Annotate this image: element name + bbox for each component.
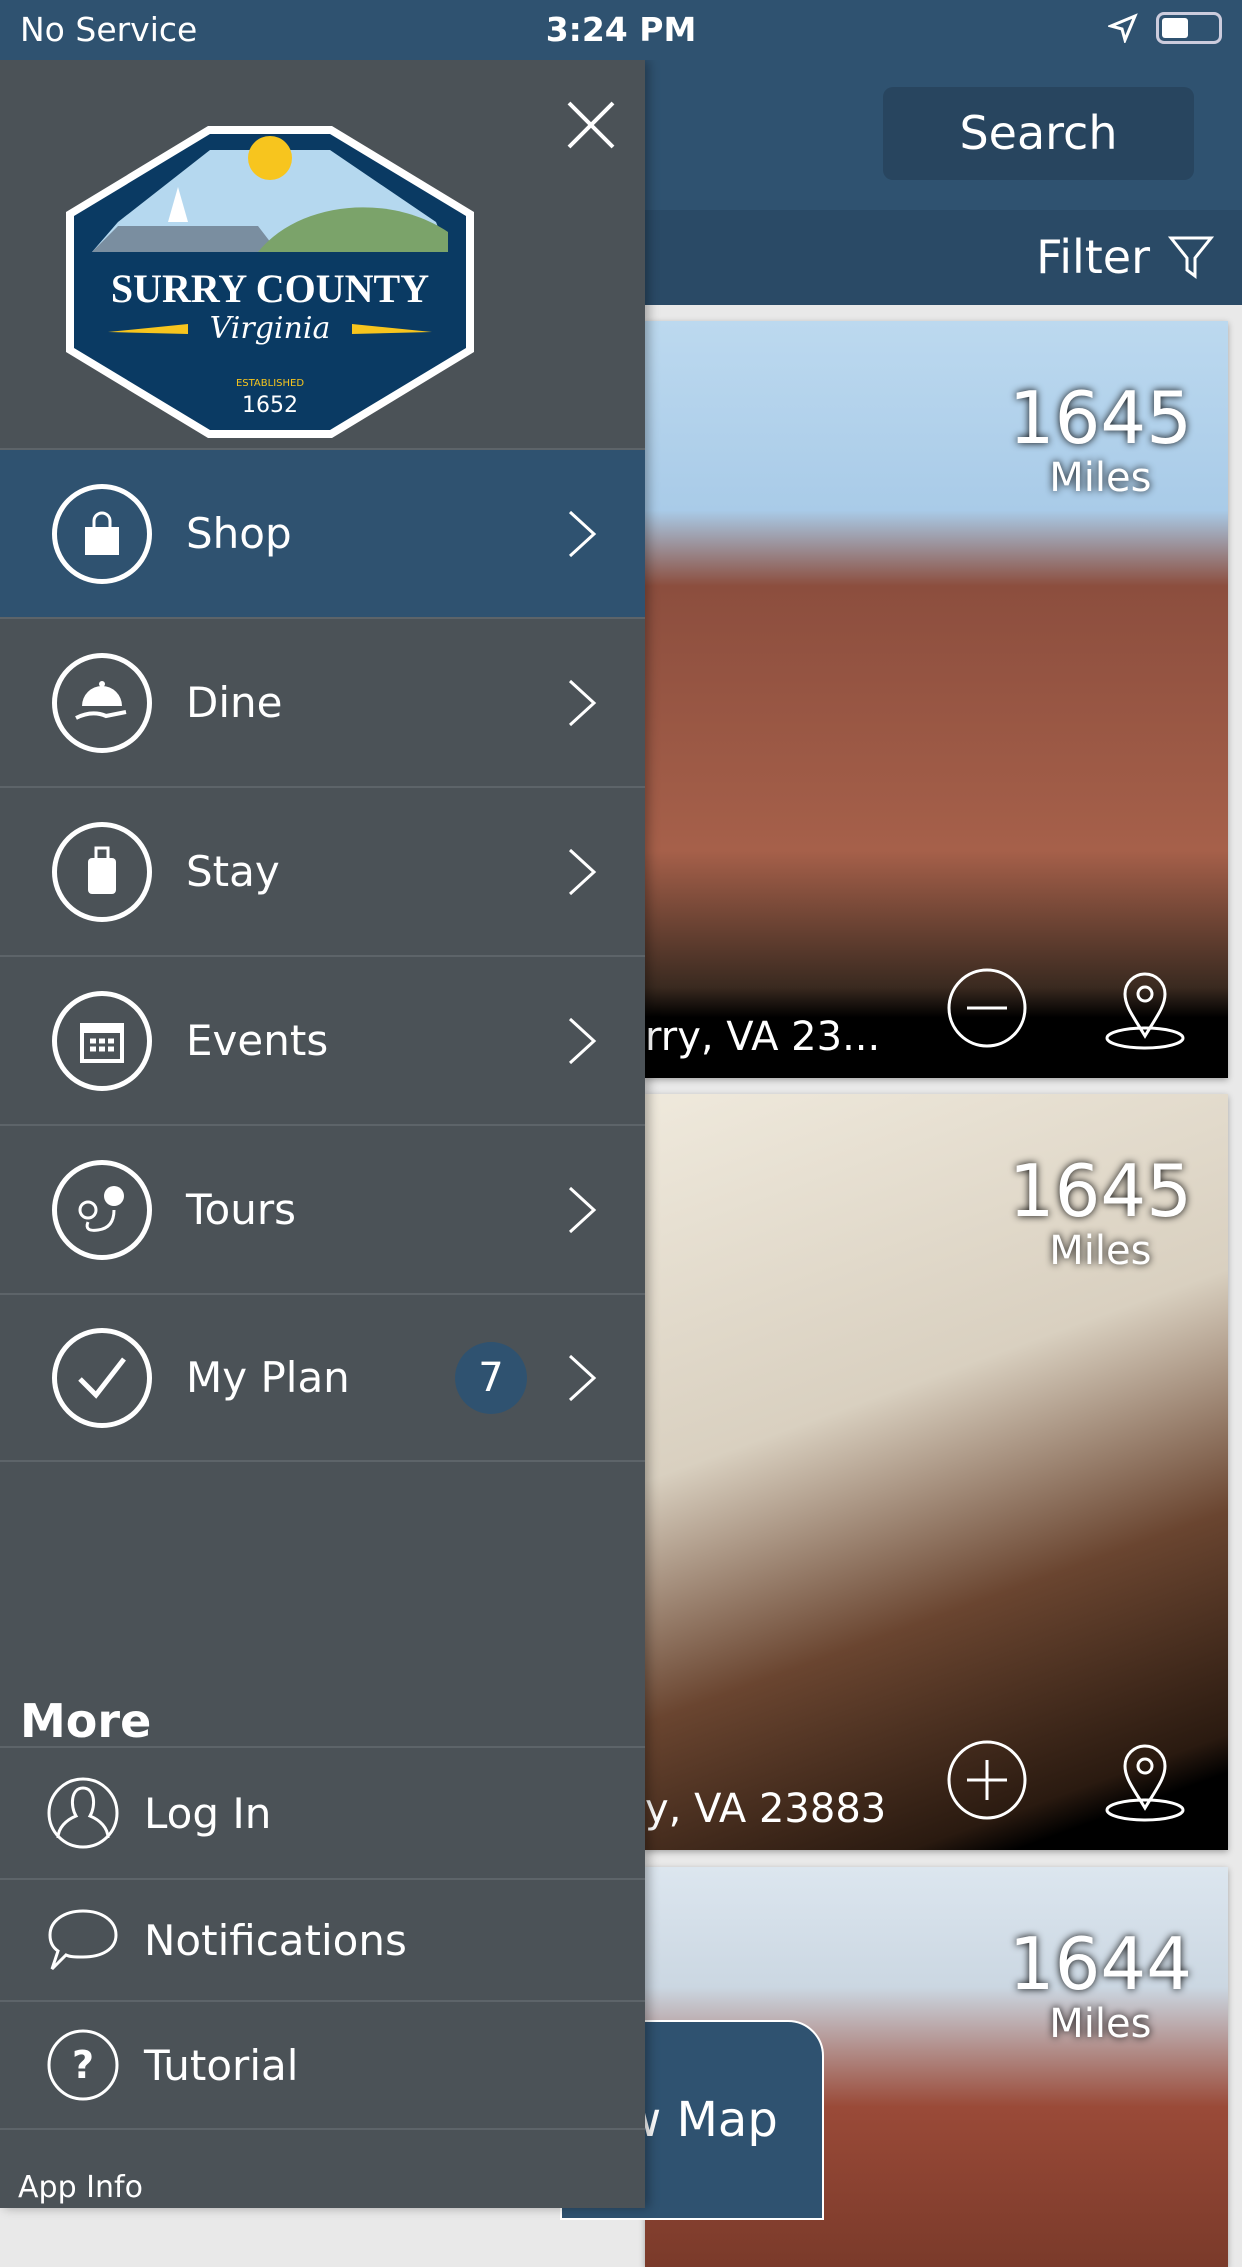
- svg-text:?: ?: [72, 2043, 94, 2087]
- filter-icon: [1168, 236, 1214, 279]
- chevron-right-icon: [568, 848, 597, 895]
- svg-text:ESTABLISHED: ESTABLISHED: [236, 378, 304, 389]
- more-heading: More: [20, 1694, 152, 1748]
- chat-bubble-icon: [48, 1909, 118, 1971]
- listing-card[interactable]: 1645 Miles y, VA 23883: [645, 1094, 1228, 1850]
- menu-item-dine[interactable]: Dine: [0, 617, 645, 786]
- calendar-icon: [52, 990, 152, 1091]
- close-icon[interactable]: [566, 100, 616, 150]
- plan-count-badge: 7: [455, 1341, 527, 1414]
- address: rry, VA 23...: [645, 1014, 881, 1060]
- listing-card[interactable]: 1645 Miles rry, VA 23...: [645, 321, 1228, 1078]
- distance: 1644 Miles: [1008, 1922, 1192, 2047]
- search-button[interactable]: Search: [883, 87, 1194, 180]
- notifications-item[interactable]: Notifications: [0, 1878, 645, 2000]
- add-to-plan-icon[interactable]: [945, 1738, 1029, 1822]
- menu-item-label: Shop: [186, 509, 292, 558]
- menu-item-label: Dine: [186, 678, 283, 727]
- tutorial-item[interactable]: ? Tutorial: [0, 2000, 645, 2130]
- menu-item-stay[interactable]: Stay: [0, 786, 645, 955]
- chevron-right-icon: [568, 679, 597, 726]
- menu-item-label: My Plan: [186, 1353, 350, 1402]
- chevron-right-icon: [568, 1186, 597, 1233]
- location-icon: [1108, 13, 1138, 43]
- menu-item-label: Stay: [186, 847, 280, 896]
- filter-label: Filter: [1036, 230, 1150, 284]
- chevron-right-icon: [568, 510, 597, 557]
- map-pin-icon[interactable]: [1103, 1738, 1187, 1822]
- clock: 3:24 PM: [545, 10, 697, 49]
- notifications-label: Notifications: [144, 1915, 407, 1965]
- menu-item-shop[interactable]: Shop: [0, 448, 645, 617]
- tutorial-label: Tutorial: [144, 2040, 299, 2090]
- svg-text:Virginia: Virginia: [210, 311, 331, 346]
- distance: 1645 Miles: [1008, 1149, 1192, 1274]
- battery-icon: [1156, 12, 1222, 44]
- chevron-right-icon: [568, 1017, 597, 1064]
- menu-item-tours[interactable]: Tours: [0, 1124, 645, 1293]
- surry-county-logo: SURRY COUNTY Virginia ESTABLISHED 1652: [66, 126, 474, 438]
- menu-item-events[interactable]: Events: [0, 955, 645, 1124]
- filter-button[interactable]: Filter: [1036, 230, 1214, 284]
- menu-item-my-plan[interactable]: My Plan 7: [0, 1293, 645, 1462]
- log-in-item[interactable]: Log In: [0, 1746, 645, 1878]
- map-pin-icon[interactable]: [1103, 966, 1187, 1050]
- side-drawer: SURRY COUNTY Virginia ESTABLISHED 1652 S…: [0, 60, 645, 2208]
- svg-text:SURRY COUNTY: SURRY COUNTY: [111, 266, 429, 311]
- user-icon: [47, 1777, 119, 1849]
- status-bar: No Service 3:24 PM: [0, 0, 1242, 60]
- route-icon: [52, 1159, 152, 1260]
- remove-from-plan-icon[interactable]: [945, 966, 1029, 1050]
- distance: 1645 Miles: [1008, 376, 1192, 501]
- log-in-label: Log In: [144, 1788, 272, 1838]
- shopping-bag-icon: [52, 483, 152, 584]
- luggage-icon: [52, 821, 152, 922]
- menu-item-label: Events: [186, 1016, 329, 1065]
- app-info-link[interactable]: App Info: [18, 2170, 143, 2205]
- cloche-icon: [52, 652, 152, 753]
- menu-item-label: Tours: [186, 1185, 296, 1234]
- question-icon: ?: [47, 2029, 119, 2101]
- address: y, VA 23883: [645, 1786, 887, 1832]
- svg-text:1652: 1652: [242, 393, 298, 418]
- chevron-right-icon: [568, 1354, 597, 1401]
- check-icon: [52, 1327, 152, 1428]
